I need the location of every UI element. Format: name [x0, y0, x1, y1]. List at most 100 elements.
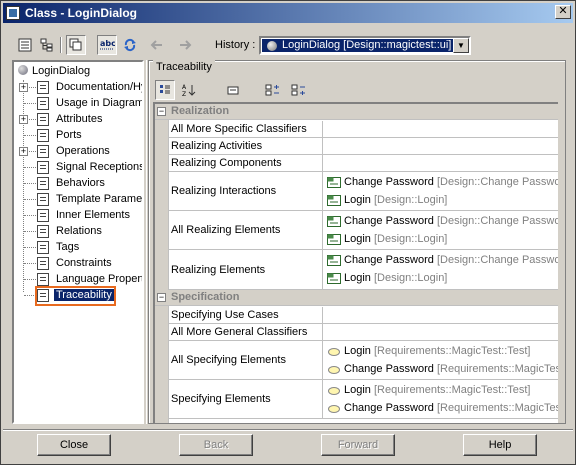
category-specification[interactable]: − Specification	[155, 290, 558, 306]
tree-item[interactable]: Ports	[18, 128, 142, 144]
value-qualifier: [Design::Change Passwor	[436, 215, 558, 227]
table-row[interactable]: Realizing Activities	[169, 138, 558, 155]
expand-icon[interactable]: +	[19, 147, 28, 156]
use-case-icon	[328, 348, 340, 356]
property-page-icon	[37, 129, 49, 142]
tree-connector	[24, 103, 36, 104]
app-icon	[6, 6, 20, 20]
tree-item[interactable]: + Operations	[18, 144, 142, 160]
table-gutter	[155, 104, 169, 423]
table-row[interactable]: Specifying Use Cases	[169, 307, 558, 324]
table-row[interactable]: All Realizing Elements Change Password […	[169, 211, 558, 250]
tree-item[interactable]: Usage in Diagrams	[18, 96, 142, 112]
categorized-icon[interactable]	[155, 80, 175, 100]
value-qualifier: [Design::Login]	[373, 272, 448, 284]
history-selected[interactable]: LoginDialog [Design::magictest::ui]	[262, 39, 453, 52]
category-realization[interactable]: − Realization	[155, 104, 558, 120]
chevron-down-icon[interactable]: ▼	[453, 38, 469, 53]
svg-text:Z: Z	[182, 91, 186, 97]
value-qualifier: [Design::Login]	[373, 194, 448, 206]
tree-connector	[24, 183, 36, 184]
expand-icon[interactable]: +	[19, 83, 28, 92]
row-name: Realizing Components	[171, 157, 282, 169]
filter-icon[interactable]	[223, 80, 243, 100]
tree-item-label: Operations	[56, 145, 110, 157]
history-label: History :	[215, 39, 256, 51]
collapse-all-icon[interactable]	[289, 80, 309, 100]
table-row[interactable]: Specifying Elements Login [Requirements:…	[169, 380, 558, 419]
tree-item[interactable]: + Documentation/Hy	[18, 80, 144, 96]
close-button[interactable]: Close	[37, 434, 111, 456]
tree-item-label: Ports	[56, 129, 82, 141]
window-title: Class - LoginDialog	[25, 6, 138, 20]
hierarchy-icon[interactable]	[37, 35, 57, 55]
use-case-icon	[328, 366, 340, 374]
tree-connector	[24, 231, 36, 232]
tree-view-icon[interactable]	[15, 35, 35, 55]
tree-item[interactable]: Traceability	[18, 286, 142, 306]
forward-button[interactable]: Forward	[321, 434, 395, 456]
forward-arrow-icon[interactable]	[175, 35, 195, 55]
tree-item[interactable]: Relations	[18, 224, 142, 240]
property-page-icon	[37, 225, 49, 238]
collapse-icon[interactable]: −	[157, 293, 166, 302]
property-tree: LoginDialog + Documentation/Hy Usage in Di…	[12, 60, 144, 424]
tree-item-label: Inner Elements	[56, 209, 130, 221]
row-name: All Realizing Elements	[171, 224, 281, 236]
tree-connector	[24, 247, 36, 248]
table-row[interactable]: All Specifying Elements Login [Requireme…	[169, 341, 558, 380]
tree-item-label: Behaviors	[56, 177, 105, 189]
value-qualifier: [Design::Change Passwor	[436, 176, 558, 188]
title-bar[interactable]: Class - LoginDialog ✕	[3, 3, 573, 23]
property-page-icon	[37, 273, 49, 286]
tree-connector	[24, 263, 36, 264]
interaction-icon	[327, 255, 341, 266]
tree-item-label: Tags	[56, 241, 80, 253]
window-close-button[interactable]: ✕	[555, 5, 571, 19]
traceability-table: − Realization All More Specific Classifi…	[153, 102, 558, 423]
table-row[interactable]: All More General Classifiers	[169, 324, 558, 341]
interaction-icon	[327, 216, 341, 227]
value-qualifier: [Design::Change Passwor	[436, 254, 558, 266]
tree-connector	[24, 167, 36, 168]
property-page-icon	[37, 81, 49, 94]
table-row[interactable]: Realizing Components	[169, 155, 558, 172]
expand-icon[interactable]: +	[19, 115, 28, 124]
category-label: Specification	[171, 291, 240, 303]
tree-item[interactable]: Signal Receptions	[18, 160, 142, 176]
tree-item[interactable]: Behaviors	[18, 176, 142, 192]
tree-connector	[24, 199, 36, 200]
tree-item[interactable]: Constraints	[18, 256, 142, 272]
tree-item-label: Attributes	[56, 113, 103, 125]
value-qualifier: [Requirements::MagicTest::Test]	[373, 384, 531, 396]
table-row[interactable]: Realizing Interactions Change Password […	[169, 172, 558, 211]
history-dropdown[interactable]: LoginDialog [Design::magictest::ui] ▼	[259, 36, 471, 55]
value-qualifier: [Requirements::MagicTest::Test]	[373, 345, 531, 357]
tree-item[interactable]: + Attributes	[18, 112, 142, 128]
property-page-icon	[37, 145, 49, 158]
collapse-icon[interactable]: −	[157, 107, 166, 116]
back-arrow-icon[interactable]	[147, 35, 167, 55]
property-page-icon	[37, 97, 49, 110]
back-button[interactable]: Back	[179, 434, 253, 456]
group-title: Traceability	[153, 60, 215, 74]
copy-icon[interactable]	[66, 35, 86, 55]
value-name: Login	[344, 272, 371, 284]
expand-all-icon[interactable]	[263, 80, 283, 100]
tree-item[interactable]: Tags	[18, 240, 142, 256]
tree-root[interactable]: LoginDialog	[18, 65, 90, 77]
tree-item-label: Documentation/Hy	[56, 81, 144, 93]
tree-item[interactable]: Inner Elements	[18, 208, 142, 224]
refresh-icon[interactable]	[120, 35, 140, 55]
table-row[interactable]: Realizing Elements Change Password [Desi…	[169, 250, 558, 290]
spellcheck-icon[interactable]: abc	[97, 35, 117, 55]
table-row[interactable]: All More Specific Classifiers	[169, 121, 558, 138]
tree-root-label: LoginDialog	[32, 65, 91, 77]
history-value: LoginDialog [Design::magictest::ui]	[282, 39, 452, 51]
row-name: Realizing Elements	[171, 263, 266, 276]
help-button[interactable]: Help	[463, 434, 537, 456]
use-case-icon	[328, 405, 340, 413]
value-name: Change Password	[344, 254, 434, 266]
sort-alpha-icon[interactable]: AZ	[179, 80, 199, 100]
tree-item[interactable]: Template Paramet	[18, 192, 142, 208]
